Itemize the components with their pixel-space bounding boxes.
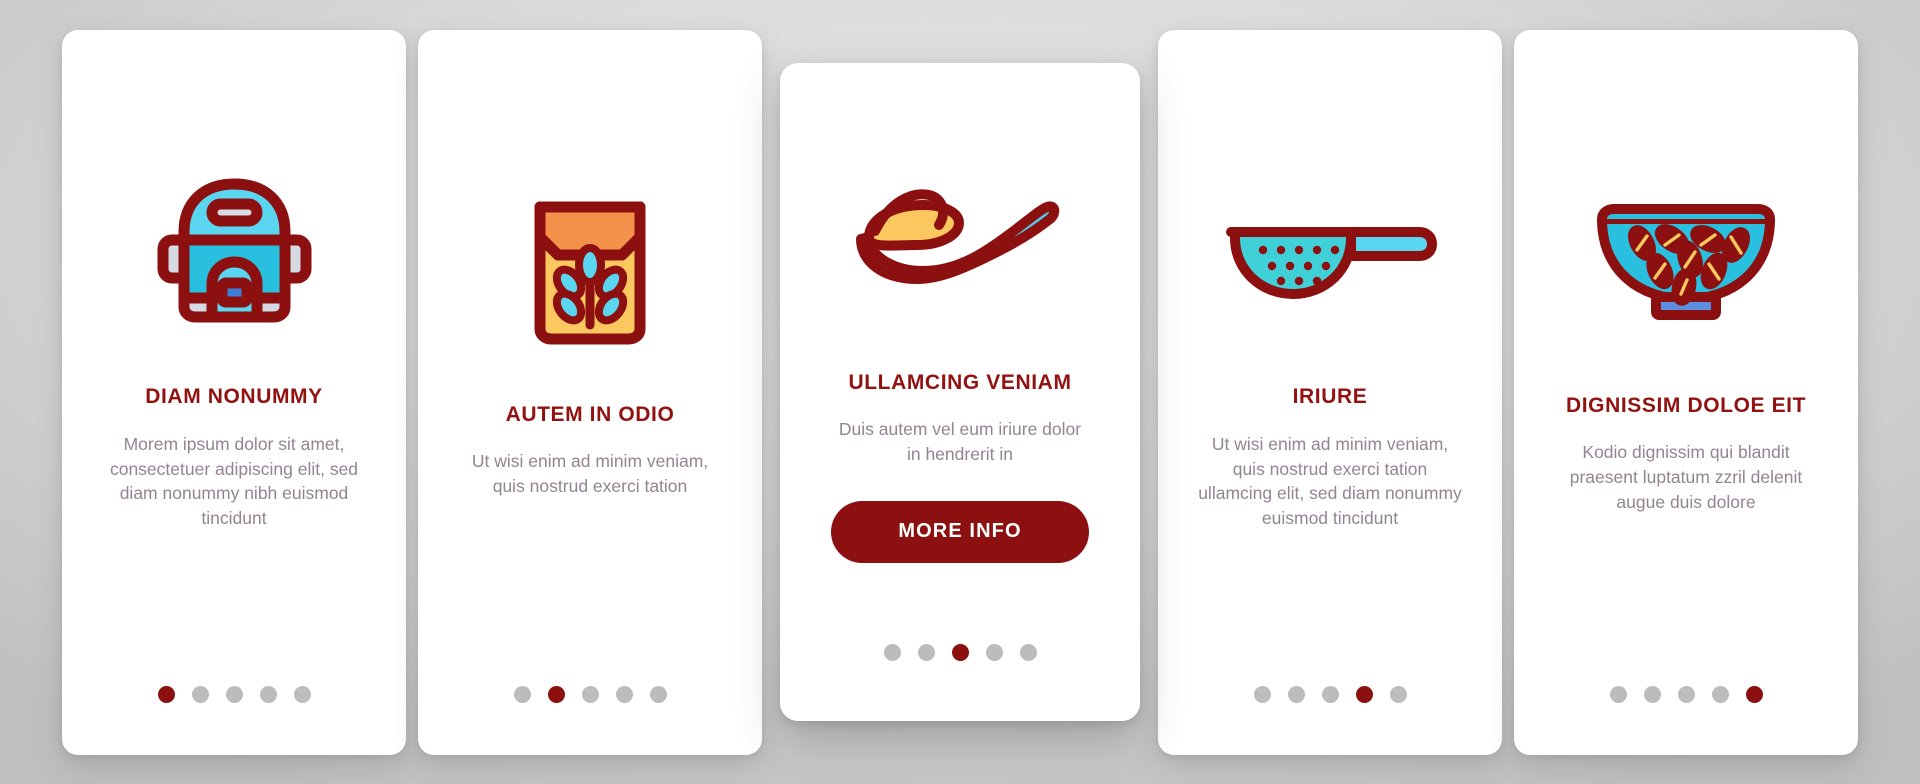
pagination-dot-4[interactable] (1711, 685, 1729, 703)
pagination-dot-2[interactable] (917, 644, 935, 661)
pagination-dot-1[interactable] (1609, 685, 1627, 703)
pagination-dot-1[interactable] (883, 644, 901, 661)
rice-cooker-icon (84, 114, 384, 384)
pagination-dot-3[interactable] (951, 644, 969, 661)
pagination-dot-3[interactable] (581, 685, 599, 703)
pagination-dot-5[interactable] (1019, 644, 1037, 661)
card-body-text: Ut wisi enim ad minim veniam, quis nostr… (1198, 433, 1462, 529)
flour-bag-icon (440, 132, 740, 402)
more-info-button[interactable]: MORE INFO (831, 500, 1089, 563)
pagination-dot-4[interactable] (1355, 685, 1373, 703)
card-body-text: Ut wisi enim ad minim veniam, quis nostr… (471, 451, 709, 497)
pagination-dot-4[interactable] (985, 644, 1003, 661)
pagination-dots[interactable] (1253, 685, 1407, 703)
pagination-dot-5[interactable] (1745, 685, 1763, 703)
pagination-dot-1[interactable] (513, 685, 531, 703)
pagination-dot-5[interactable] (1389, 685, 1407, 703)
pagination-dot-2[interactable] (1643, 685, 1661, 703)
pagination-dot-1[interactable] (1253, 685, 1271, 703)
sieve-strainer-icon (1180, 114, 1480, 384)
pagination-dot-5[interactable] (649, 685, 667, 703)
card-body-text: Kodio dignissim qui blandit praesent lup… (1569, 442, 1803, 513)
pagination-dots[interactable] (157, 685, 311, 703)
pagination-dot-5[interactable] (293, 685, 311, 703)
card-title: AUTEM IN ODIO (505, 403, 675, 427)
card-body-text: Morem ipsum dolor sit amet, consectetuer… (109, 433, 359, 529)
pagination-dot-4[interactable] (615, 685, 633, 703)
pagination-dots[interactable] (883, 644, 1037, 661)
onboarding-card-deck: DIAM NONUMMY Morem ipsum dolor sit amet,… (0, 0, 1920, 784)
pagination-dot-2[interactable] (1287, 685, 1305, 703)
pagination-dot-1[interactable] (157, 685, 175, 703)
onboarding-card-ullamcing-veniam[interactable]: ULLAMCING VENIAM Duis autem vel eum iriu… (780, 63, 1140, 721)
grain-bowl-icon (1536, 123, 1836, 393)
pagination-dot-2[interactable] (191, 685, 209, 703)
onboarding-card-dignissim-doloe-eit[interactable]: DIGNISSIM DOLOE EIT Kodio dignissim qui … (1514, 29, 1858, 755)
pagination-dot-4[interactable] (259, 685, 277, 703)
onboarding-card-diam-nonummy[interactable]: DIAM NONUMMY Morem ipsum dolor sit amet,… (62, 29, 406, 755)
card-title: DIAM NONUMMY (145, 385, 323, 409)
pagination-dot-2[interactable] (547, 685, 565, 703)
card-title: ULLAMCING VENIAM (848, 370, 1072, 394)
pagination-dot-3[interactable] (1321, 685, 1339, 703)
onboarding-card-iriure[interactable]: IRIURE Ut wisi enim ad minim veniam, qui… (1158, 29, 1502, 755)
card-body-text: Duis autem vel eum iriure dolor in hendr… (838, 418, 1082, 464)
pagination-dots[interactable] (1609, 685, 1763, 703)
pagination-dot-3[interactable] (1677, 685, 1695, 703)
card-title: IRIURE (1292, 385, 1368, 409)
card-title: DIGNISSIM DOLOE EIT (1565, 394, 1807, 418)
onboarding-card-autem-in-odio[interactable]: AUTEM IN ODIO Ut wisi enim ad minim veni… (418, 29, 762, 755)
pagination-dot-3[interactable] (225, 685, 243, 703)
spoon-with-powder-icon (802, 108, 1118, 370)
pagination-dots[interactable] (513, 685, 667, 703)
